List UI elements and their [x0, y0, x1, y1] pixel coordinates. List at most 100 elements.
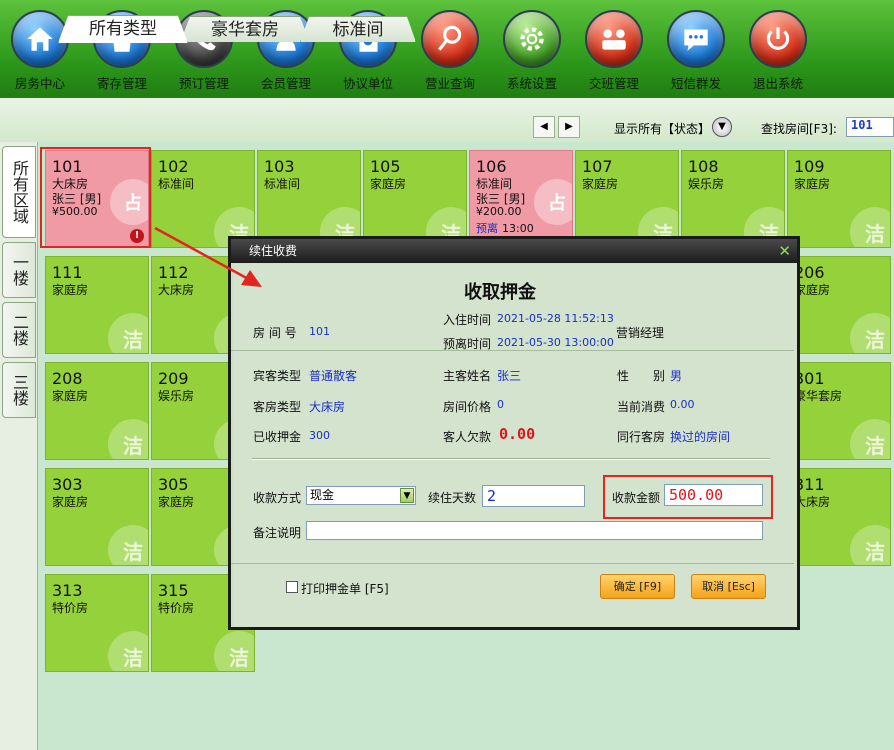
confirm-button[interactable]: 确定 [F9]: [600, 574, 675, 599]
cancel-button[interactable]: 取消 [Esc]: [691, 574, 766, 599]
toolbar-exit-button[interactable]: 退出系统: [738, 10, 818, 98]
owed-label: 客人欠款: [443, 430, 492, 444]
zone-tab-all[interactable]: 所有区域: [2, 146, 36, 238]
owed-value: 0.00: [499, 425, 536, 443]
print-deposit-label: 打印押金单 [F5]: [301, 582, 389, 596]
zone-tab-floor2[interactable]: 二楼: [2, 302, 36, 358]
room-card-303[interactable]: 303 家庭房 洁: [45, 468, 149, 566]
room-card-108[interactable]: 108 娱乐房 洁: [681, 150, 785, 248]
booking-label: 预离: [476, 222, 498, 235]
close-icon[interactable]: ✕: [778, 239, 791, 263]
clean-status-icon: 洁: [108, 631, 148, 671]
room-number: 105: [370, 157, 401, 176]
room-card-107[interactable]: 107 家庭房 洁: [575, 150, 679, 248]
room-type: 家庭房: [370, 177, 407, 191]
gender-label: 性 别: [617, 369, 666, 383]
room-no-value: 101: [309, 325, 330, 338]
room-type: 大床房: [158, 283, 195, 297]
toolbar-label: 协议单位: [342, 76, 393, 91]
room-card-313[interactable]: 313 特价房 洁: [45, 574, 149, 672]
room-card-208[interactable]: 208 家庭房 洁: [45, 362, 149, 460]
search-icon: [421, 10, 479, 68]
room-number: 102: [158, 157, 189, 176]
status-filter-label: 显示所有【状态】: [614, 122, 711, 136]
room-number: 303: [52, 475, 83, 494]
chevron-down-icon[interactable]: ▼: [712, 117, 732, 137]
room-card-311[interactable]: 311 大床房 洁: [787, 468, 891, 566]
clean-status-icon: 洁: [108, 525, 148, 565]
room-card-109[interactable]: 109 家庭房 洁: [787, 150, 891, 248]
gender-value: 男: [670, 369, 683, 383]
clean-status-icon: 洁: [850, 419, 890, 459]
room-type-label: 客房类型: [253, 400, 302, 414]
deposit-label: 已收押金: [253, 430, 302, 444]
next-tab-button[interactable]: ▶: [558, 116, 580, 138]
zone-tab-floor1[interactable]: 一楼: [2, 242, 36, 298]
checkin-value: 2021-05-28 11:52:13: [497, 312, 614, 325]
toolbar-query-button[interactable]: 营业查询: [410, 10, 490, 98]
room-search-input[interactable]: 101: [846, 117, 894, 137]
toolbar-label: 寄存管理: [96, 76, 147, 91]
tab-standard[interactable]: 标准间: [300, 16, 416, 42]
toolbar-label: 交班管理: [588, 76, 639, 91]
room-number: 103: [264, 157, 295, 176]
room-card-102[interactable]: 102 标准间 洁: [151, 150, 255, 248]
room-type: 家庭房: [582, 177, 619, 191]
room-type: 特价房: [158, 601, 195, 615]
toolbar-label: 系统设置: [506, 76, 557, 91]
main-guest-value: 张三: [497, 369, 522, 383]
room-card-105[interactable]: 105 家庭房 洁: [363, 150, 467, 248]
zone-tab-floor3[interactable]: 三楼: [2, 362, 36, 418]
room-type: 标准间: [158, 177, 195, 191]
room-type-value: 大床房: [309, 400, 346, 414]
dialog-titlebar: 续住收费 ✕: [231, 239, 797, 263]
toolbar-settings-button[interactable]: 系统设置: [492, 10, 572, 98]
room-type-tabbar: [0, 98, 894, 142]
room-price-label: 房间价格: [443, 400, 492, 414]
room-type: 娱乐房: [158, 389, 195, 403]
room-no-label: 房 间 号: [253, 326, 297, 340]
remark-input[interactable]: [306, 521, 763, 540]
days-input[interactable]: 2: [482, 485, 585, 507]
occupied-icon: 占: [534, 179, 572, 225]
room-type: 家庭房: [52, 283, 89, 297]
clean-status-icon: 洁: [850, 313, 890, 353]
clean-status-icon: 洁: [108, 419, 148, 459]
dialog-heading: 收取押金: [464, 282, 536, 303]
room-card-301[interactable]: 301 豪华套房 洁: [787, 362, 891, 460]
days-label: 续住天数: [428, 491, 477, 505]
room-number: 305: [158, 475, 189, 494]
room-number: 315: [158, 581, 189, 600]
dialog-title: 续住收费: [249, 244, 298, 258]
toolbar-handover-button[interactable]: 交班管理: [574, 10, 654, 98]
guest-type-label: 宾客类型: [253, 369, 302, 383]
remark-label: 备注说明: [253, 526, 302, 540]
room-card-103[interactable]: 103 标准间 洁: [257, 150, 361, 248]
tab-luxury-suite[interactable]: 豪华套房: [180, 16, 310, 42]
room-number: 111: [52, 263, 83, 282]
deposit-value: 300: [309, 429, 330, 442]
room-number: 208: [52, 369, 83, 388]
prev-tab-button[interactable]: ◀: [533, 116, 555, 138]
room-number: 313: [52, 581, 83, 600]
clean-status-icon: 洁: [850, 525, 890, 565]
room-card-206[interactable]: 206 家庭房 洁: [787, 256, 891, 354]
toolbar-label: 短信群发: [670, 76, 721, 91]
pay-method-select[interactable]: 现金 ▼: [306, 486, 416, 505]
tab-all-types[interactable]: 所有类型: [58, 15, 188, 43]
room-card-106[interactable]: 106 标准间 张三 [男] ¥200.00 预离 13:00 占: [469, 150, 573, 248]
toolbar-label: 房务中心: [14, 76, 65, 91]
toolbar-label: 会员管理: [260, 76, 311, 91]
toolbar-sms-button[interactable]: 短信群发: [656, 10, 736, 98]
companion-link[interactable]: 换过的房间: [670, 428, 730, 445]
room-price: ¥200.00: [476, 205, 522, 218]
room-number: 108: [688, 157, 719, 176]
booking-time: 13:00: [502, 222, 534, 235]
print-deposit-checkbox[interactable]: [286, 581, 298, 593]
pay-method-label: 收款方式: [253, 491, 302, 505]
room-search-label: 查找房间[F3]:: [761, 122, 837, 136]
room-type: 家庭房: [52, 495, 89, 509]
main-guest-label: 主客姓名: [443, 369, 492, 383]
room-card-111[interactable]: 111 家庭房 洁: [45, 256, 149, 354]
current-spend-label: 当前消费: [617, 400, 666, 414]
